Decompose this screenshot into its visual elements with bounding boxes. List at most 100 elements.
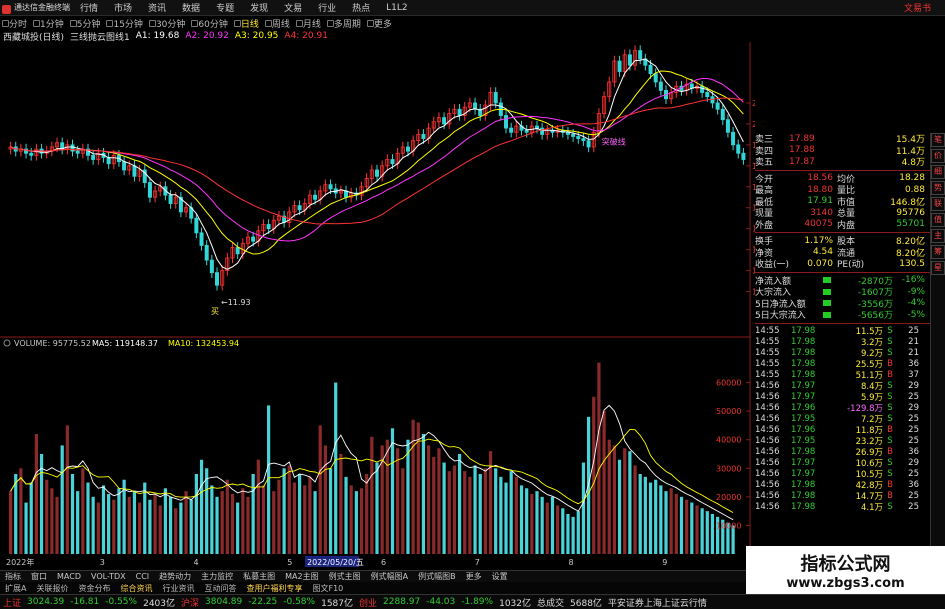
candle-body [313,194,318,200]
menu-market[interactable]: 市场 [106,1,140,14]
tick-side: S [887,458,893,468]
tick-count: 25 [908,469,919,479]
indicator-tab[interactable]: 设置 [487,571,513,582]
menu-data[interactable]: 数据 [174,1,208,14]
side-tab-1[interactable]: 价 [931,149,945,163]
menu-industry[interactable]: 行业 [310,1,344,14]
tick-price: 17.98 [791,447,816,457]
volume-bar [328,468,333,554]
stat-value: 18.56 [807,173,833,184]
period-1min[interactable]: 1分钟 [31,17,68,30]
volume-bar [628,451,632,554]
volume-bar [566,514,570,554]
candle-body [720,108,725,121]
indicator-tab[interactable]: 指标 [0,571,26,582]
volume-bar [215,496,219,554]
period-daily[interactable]: 日线 [232,17,263,30]
period-weekly[interactable]: 周线 [263,17,294,30]
menu-discover[interactable]: 发现 [242,1,276,14]
volume-legend-icon[interactable] [3,339,11,347]
sh-index-value: 3024.39 [27,597,65,607]
period-multi[interactable]: 多周期 [325,17,365,30]
fundamental-value: 1.17% [804,235,833,246]
volume-tick-label: 40000 [716,436,741,445]
indicator-tab[interactable]: 例式幅图B [413,571,461,582]
volume-bar [313,491,317,554]
indicator-tab[interactable]: 例式主图 [324,571,366,582]
candle-body [297,205,302,211]
period-30min[interactable]: 30分钟 [147,17,189,30]
side-tab-5[interactable]: 值 [931,213,945,227]
info-tab[interactable]: 扩展A [0,583,31,594]
indicator-tab[interactable]: 更多 [461,571,487,582]
volume-bar [442,462,446,554]
period-15min[interactable]: 15分钟 [104,17,146,30]
volume-bar [45,479,49,554]
breakout-tag: 突破线 [602,137,626,147]
volume-bar [241,488,245,554]
period-timeshare[interactable]: 分时 [0,17,31,30]
tick-time: 14:55 [755,359,780,369]
side-tab-2[interactable]: 细 [931,165,945,179]
side-tab-6[interactable]: 主 [931,229,945,243]
volume-bar [617,459,622,554]
volume-bar [664,491,668,554]
candle-body [576,136,581,139]
volume-bar [158,505,162,554]
info-tab[interactable]: 行业资讯 [157,583,199,594]
side-tab-7[interactable]: 筹 [931,245,945,259]
total-amount-value: 5688亿 [570,598,602,609]
indicator-tab[interactable]: VOL-TDX [86,572,131,581]
info-tab[interactable]: 关联报价 [31,583,73,594]
candle-body [731,131,736,146]
stat-value: 3140 [810,207,833,218]
fundamental-value: 4.54 [812,247,833,258]
volume-bar [473,465,477,554]
period-monthly[interactable]: 月线 [294,17,325,30]
info-tab[interactable]: 互动问答 [199,583,241,594]
candle-body [251,236,256,242]
side-tab-8[interactable]: 星 [931,261,945,275]
candle-body [638,50,643,60]
side-tab-3[interactable]: 势 [931,181,945,195]
tick-side: S [887,403,893,413]
menu-news[interactable]: 资讯 [140,1,174,14]
quote-server[interactable]: 平安证券上海上证云行情 [605,596,710,609]
kline-chart[interactable]: 21.0020.0019.0018.0017.0016.0015.0014.00… [0,42,755,572]
indicator-tab[interactable]: MA2主图 [280,571,323,582]
menu-l1l2[interactable]: L1L2 [378,3,415,13]
indicator-tab[interactable]: 趋势动力 [154,571,196,582]
indicator-tab[interactable]: 主力监控 [196,571,238,582]
menu-wenyi[interactable]: 文易 [276,1,310,14]
info-tab[interactable]: 图文F10 [307,583,348,594]
candle-body [442,117,447,125]
indicator-tab[interactable]: 私募主图 [238,571,280,582]
tick-row: 14:56 17.98 26.9万 B 36 [755,447,930,458]
candle-body [75,150,80,154]
menu-topics[interactable]: 专题 [208,1,242,14]
volume-bar [447,471,451,554]
indicator-name[interactable]: 三线抛云图线1 [67,30,133,43]
volume-bar [535,491,539,554]
indicator-tab[interactable]: CCI [131,572,155,581]
menu-quotes[interactable]: 行情 [72,1,106,14]
volume-bar [612,445,616,554]
period-60min[interactable]: 60分钟 [189,17,231,30]
info-tab[interactable]: 查用户福利专享 [241,583,307,594]
side-tabs: 笔价细势联值主筹星 [930,133,945,553]
period-5min[interactable]: 5分钟 [68,17,105,30]
info-tab[interactable]: 综合资讯 [115,583,157,594]
menu-hot[interactable]: 热点 [344,1,378,14]
side-tab-4[interactable]: 联 [931,197,945,211]
tick-price: 17.98 [791,502,816,512]
tick-count: 25 [908,491,919,501]
indicator-tab[interactable]: 窗口 [26,571,52,582]
info-tab[interactable]: 资金分布 [73,583,115,594]
indicator-tab[interactable]: MACD [52,572,86,581]
tick-row: 14:55 17.98 9.2万 S 21 [755,348,930,359]
period-more[interactable]: 更多 [365,17,396,30]
side-tab-0[interactable]: 笔 [931,133,945,147]
tick-time: 14:56 [755,447,780,457]
candle-body [199,232,204,246]
indicator-tab[interactable]: 例式幅图A [366,571,413,582]
